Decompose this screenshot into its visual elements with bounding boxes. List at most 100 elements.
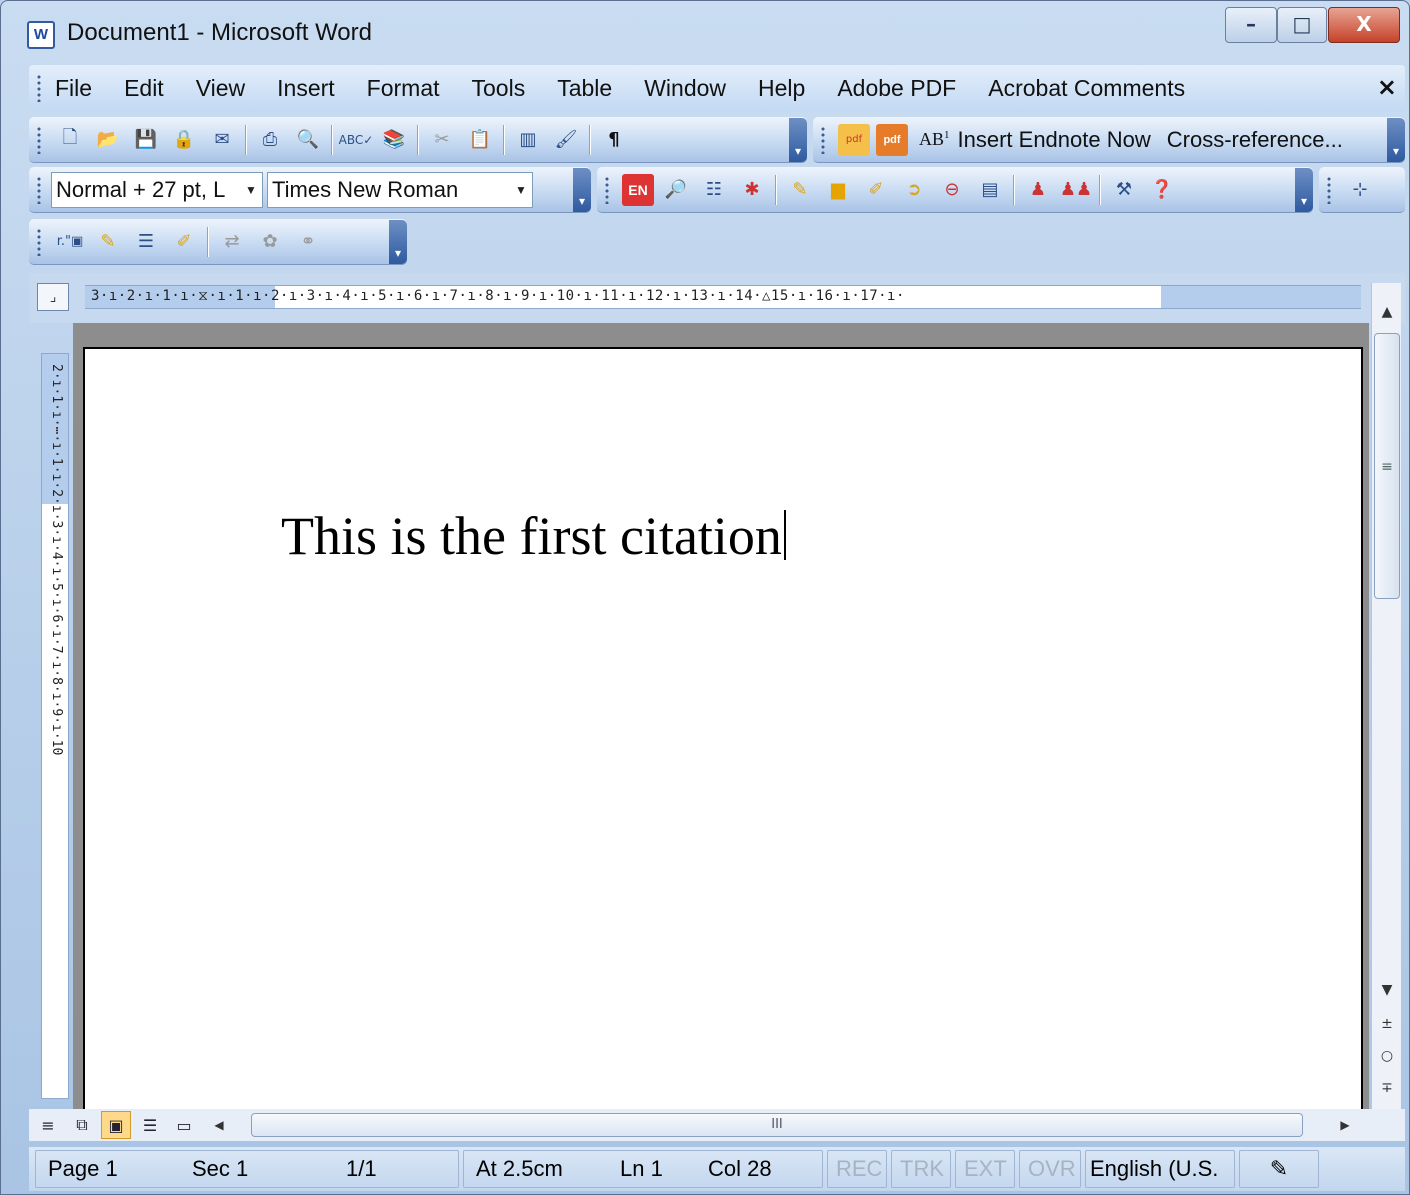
print-icon[interactable]: ⎙ [254, 124, 286, 156]
edit-library-icon[interactable]: ✐ [168, 226, 200, 258]
chevron-down-icon[interactable]: ▼ [510, 173, 532, 207]
menu-help[interactable]: Help [758, 75, 805, 102]
tab-selector-icon[interactable]: ⌟ [37, 283, 69, 311]
menu-edit[interactable]: Edit [124, 75, 164, 102]
print-preview-icon[interactable]: 🔍 [292, 124, 324, 156]
drawing-toolbar-grip[interactable] [1325, 175, 1333, 204]
menu-adobe-pdf[interactable]: Adobe PDF [837, 75, 956, 102]
close-document-button[interactable]: × [1377, 73, 1397, 101]
outline-view-icon[interactable]: ☰ [135, 1111, 165, 1139]
menu-view[interactable]: View [196, 75, 245, 102]
menu-tools[interactable]: Tools [472, 75, 526, 102]
record-macro-indicator[interactable]: REC [827, 1150, 887, 1188]
menu-format[interactable]: Format [367, 75, 440, 102]
toolbar-options-icon[interactable]: ▾ [789, 117, 807, 162]
menubar-grip[interactable] [35, 74, 43, 102]
pdf-email-icon[interactable]: pdf [876, 123, 908, 156]
generate-figure-icon[interactable]: ♟ [1022, 174, 1054, 206]
overtype-indicator[interactable]: OVR [1019, 1150, 1081, 1188]
scroll-down-icon[interactable]: ▼ [1374, 977, 1400, 1003]
reading-layout-icon[interactable]: ▭ [169, 1111, 199, 1139]
save-icon[interactable]: 💾 [130, 124, 162, 156]
horizontal-scroll-thumb[interactable]: III [251, 1113, 1303, 1137]
research-icon[interactable]: 📚 [378, 124, 410, 156]
style-combo[interactable]: Normal + 27 pt, L ▼ [51, 171, 263, 208]
endnote-badge-icon[interactable]: EN [622, 173, 654, 206]
select-browse-object-icon[interactable]: ○ [1374, 1043, 1400, 1069]
print-layout-icon[interactable]: ▣ [101, 1111, 131, 1139]
previous-page-icon[interactable]: ± [1374, 1011, 1400, 1037]
remove-field-codes-icon[interactable]: ⊖ [936, 174, 968, 206]
close-window-button[interactable]: X [1328, 7, 1400, 43]
extend-selection-indicator[interactable]: EXT [955, 1150, 1015, 1188]
cut-icon[interactable]: ✂ [426, 124, 458, 156]
toolbar-options-icon[interactable]: ▾ [1387, 117, 1405, 162]
open-folder-icon[interactable]: 📂 [92, 124, 124, 156]
columns-icon[interactable]: ▥ [512, 124, 544, 156]
page-info-panel[interactable]: Page 1 Sec 1 1/1 [35, 1150, 459, 1188]
font-combo[interactable]: Times New Roman ▼ [267, 171, 533, 208]
scroll-up-icon[interactable]: ▲ [1374, 299, 1400, 325]
minimize-button[interactable]: – [1225, 7, 1277, 43]
language-indicator[interactable]: English (U.S. [1085, 1150, 1235, 1188]
web-layout-icon[interactable]: ⧉ [67, 1111, 97, 1139]
help-icon[interactable]: ❓ [1146, 174, 1178, 206]
paste-icon[interactable]: 📋 [464, 124, 496, 156]
standard-toolbar-grip[interactable] [35, 125, 43, 154]
figure-list-icon[interactable]: ✿ [254, 226, 286, 258]
horizontal-ruler[interactable]: 3·ı·2·ı·1·ı·⧖·ı·1·ı·2·ı·3·ı·4·ı·5·ı·6·ı·… [85, 285, 1361, 309]
menu-window[interactable]: Window [644, 75, 726, 102]
vertical-scroll-thumb[interactable]: ≡ [1374, 333, 1400, 599]
maximize-button[interactable]: □ [1277, 7, 1327, 43]
document-page[interactable]: This is the first citation [83, 347, 1363, 1109]
menu-table[interactable]: Table [557, 75, 612, 102]
formatting-toolbar-grip[interactable] [35, 175, 43, 204]
paragraph-mark-icon[interactable]: ¶ [598, 124, 630, 156]
cross-reference-button[interactable]: Cross-reference... [1167, 127, 1343, 153]
format-painter-icon[interactable]: 🖌 [550, 124, 582, 156]
edit-citation-icon[interactable]: ✎ [784, 174, 816, 206]
find-figure-icon[interactable]: ⇄ [216, 226, 248, 258]
format-bibliography-icon[interactable]: ☷ [698, 174, 730, 206]
horizontal-scrollbar[interactable]: ◀ III ▶ [207, 1111, 1350, 1139]
edit-library-icon[interactable]: ✐ [860, 174, 892, 206]
link-icon[interactable]: ⚭ [292, 226, 324, 258]
format-citations-icon[interactable]: ☰ [130, 226, 162, 258]
endnote-toolbar-grip[interactable] [819, 125, 827, 154]
insert-endnote-now-button[interactable]: Insert Endnote Now [958, 127, 1151, 153]
vertical-ruler[interactable]: 2·ı·1·ı·⋯·ı·1·ı·2·ı·3·ı·4·ı·5·ı·6·ı·7·ı·… [41, 353, 69, 1099]
preferences-icon[interactable]: ⚒ [1108, 174, 1140, 206]
email-icon[interactable]: ✉ [206, 124, 238, 156]
spelling-status-icon[interactable]: ✎ [1239, 1150, 1319, 1188]
scroll-left-icon[interactable]: ◀ [207, 1111, 231, 1139]
word-icon[interactable]: W [27, 21, 55, 49]
endnote-insert-icon[interactable]: AB1 [919, 129, 950, 150]
reviewing-toolbar-grip[interactable] [35, 227, 43, 256]
table-cross-icon[interactable]: ⊹ [1344, 174, 1376, 206]
unformat-citations-icon[interactable]: ✱ [736, 174, 768, 206]
menu-insert[interactable]: Insert [277, 75, 335, 102]
document-body[interactable]: This is the first citation [281, 505, 786, 567]
chevron-down-icon[interactable]: ▼ [240, 173, 262, 207]
toolbar-options-icon[interactable]: ▾ [389, 219, 407, 264]
convert-to-pdf-icon[interactable]: pdf [838, 123, 870, 156]
export-traveling-library-icon[interactable]: ▤ [974, 174, 1006, 206]
track-changes-indicator[interactable]: TRK [891, 1150, 951, 1188]
spelling-icon[interactable]: ABC✓ [339, 124, 374, 156]
cursor-position-panel[interactable]: At 2.5cm Ln 1 Col 28 [463, 1150, 823, 1188]
toolbar-options-icon[interactable]: ▾ [1295, 167, 1313, 212]
edit-citation-icon[interactable]: ✎ [92, 226, 124, 258]
permission-icon[interactable]: 🔒 [168, 124, 200, 156]
scroll-right-icon[interactable]: ▶ [1333, 1111, 1357, 1139]
next-page-icon[interactable]: ∓ [1374, 1075, 1400, 1101]
new-document-icon[interactable]: 🗋 [54, 124, 86, 156]
find-citation-icon[interactable]: 🔎 [660, 174, 692, 206]
normal-view-icon[interactable]: ≡ [33, 1111, 63, 1139]
menu-acrobat-comments[interactable]: Acrobat Comments [988, 75, 1185, 102]
insert-note-icon[interactable]: ▆ [822, 174, 854, 206]
go-to-endnote-icon[interactable]: ➲ [898, 174, 930, 206]
menu-file[interactable]: File [55, 75, 92, 102]
toolbar-options-icon[interactable]: ▾ [573, 167, 591, 212]
endnote-tools-grip[interactable] [603, 175, 611, 204]
manage-figures-icon[interactable]: ♟♟ [1060, 174, 1092, 206]
